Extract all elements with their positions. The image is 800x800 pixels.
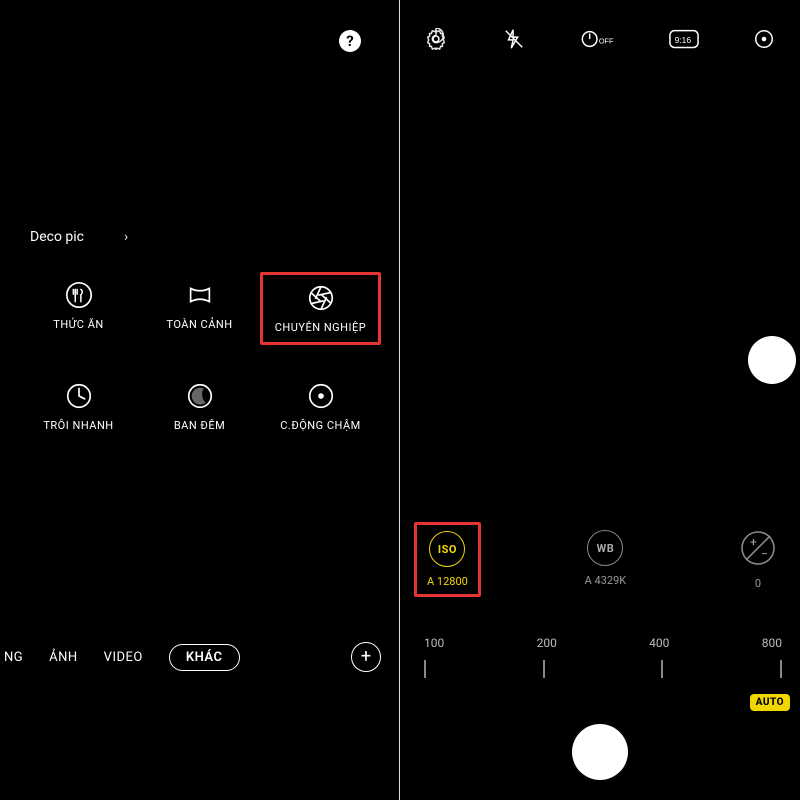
iso-icon: ISO: [429, 531, 465, 567]
mode-label: THỨC ĂN: [53, 318, 103, 331]
scale-label: 200: [537, 636, 557, 650]
panorama-icon: [185, 280, 215, 310]
mode-label: BAN ĐÊM: [174, 419, 225, 432]
scale-tick: [543, 660, 545, 678]
mode-food[interactable]: THỨC ĂN: [18, 272, 139, 345]
metering-button[interactable]: [750, 28, 778, 50]
flash-off-icon: [503, 28, 525, 50]
deco-pic-label: Deco pic: [30, 229, 84, 245]
auto-chip[interactable]: AUTO: [750, 694, 790, 711]
help-icon[interactable]: ?: [339, 30, 361, 52]
side-shutter-button[interactable]: [748, 336, 796, 384]
scale-tick: [661, 660, 663, 678]
top-toolbar: OFF 9:16: [400, 28, 800, 50]
svg-text:−: −: [761, 547, 768, 561]
focus-icon: [306, 381, 336, 411]
mode-pro[interactable]: CHUYÊN NGHIỆP: [260, 272, 381, 345]
scale-label: 800: [762, 636, 782, 650]
timer-icon: [64, 381, 94, 411]
wb-icon: WB: [587, 530, 623, 566]
wb-value: A 4329K: [585, 574, 627, 587]
camera-modes-panel: ? Deco pic › THỨC ĂN TOÀN CẢNH: [0, 0, 400, 800]
iso-value: A 12800: [427, 575, 468, 588]
aspect-ratio-icon: 9:16: [669, 28, 699, 50]
pro-controls: ISO A 12800 WB A 4329K + −: [414, 522, 786, 598]
pro-camera-panel: OFF 9:16 ISO A 12: [400, 0, 800, 800]
ev-control[interactable]: + − 0: [730, 522, 786, 598]
chevron-right-icon: ›: [124, 229, 128, 245]
iso-control[interactable]: ISO A 12800: [414, 522, 481, 597]
iso-scale[interactable]: 100 200 400 800: [424, 636, 782, 678]
modes-grid: THỨC ĂN TOÀN CẢNH CHUYÊN NGHIỆP: [18, 272, 381, 440]
ev-icon: + −: [740, 530, 776, 569]
ratio-button[interactable]: 9:16: [667, 28, 701, 50]
scale-label: 400: [649, 636, 669, 650]
aperture-icon: [306, 283, 336, 313]
scale-label: 100: [424, 636, 444, 650]
mode-slowmo[interactable]: C.ĐỘNG CHẬM: [260, 373, 381, 440]
shutter-button[interactable]: [572, 724, 628, 780]
mode-label: CHUYÊN NGHIỆP: [275, 321, 366, 334]
tab-more[interactable]: KHÁC: [169, 644, 240, 671]
timer-off-icon: OFF: [580, 28, 614, 50]
scale-tick: [780, 660, 782, 678]
mode-label: TRÔI NHANH: [43, 419, 113, 432]
mode-hyperlapse[interactable]: TRÔI NHANH: [18, 373, 139, 440]
moon-icon: [185, 381, 215, 411]
gear-icon: [425, 28, 447, 50]
food-icon: [64, 280, 94, 310]
metering-icon: [753, 28, 775, 50]
settings-button[interactable]: [422, 28, 450, 50]
tab-partial[interactable]: NG: [4, 650, 23, 665]
mode-panorama[interactable]: TOÀN CẢNH: [139, 272, 260, 345]
svg-text:OFF: OFF: [599, 37, 614, 46]
svg-text:+: +: [750, 535, 757, 549]
scale-tick: [424, 660, 426, 678]
mode-label: TOÀN CẢNH: [166, 318, 232, 331]
flash-button[interactable]: [500, 28, 528, 50]
capture-tabs: NG ẢNH VIDEO KHÁC +: [0, 642, 399, 672]
mode-label: C.ĐỘNG CHẬM: [280, 419, 360, 432]
tab-video[interactable]: VIDEO: [104, 650, 143, 665]
wb-control[interactable]: WB A 4329K: [575, 522, 637, 595]
tab-photo[interactable]: ẢNH: [49, 650, 78, 665]
deco-pic-row[interactable]: Deco pic ›: [30, 229, 128, 245]
timer-button[interactable]: OFF: [577, 28, 617, 50]
ev-value: 0: [755, 577, 761, 590]
add-button[interactable]: +: [351, 642, 381, 672]
mode-night[interactable]: BAN ĐÊM: [139, 373, 260, 440]
svg-text:9:16: 9:16: [674, 35, 691, 45]
